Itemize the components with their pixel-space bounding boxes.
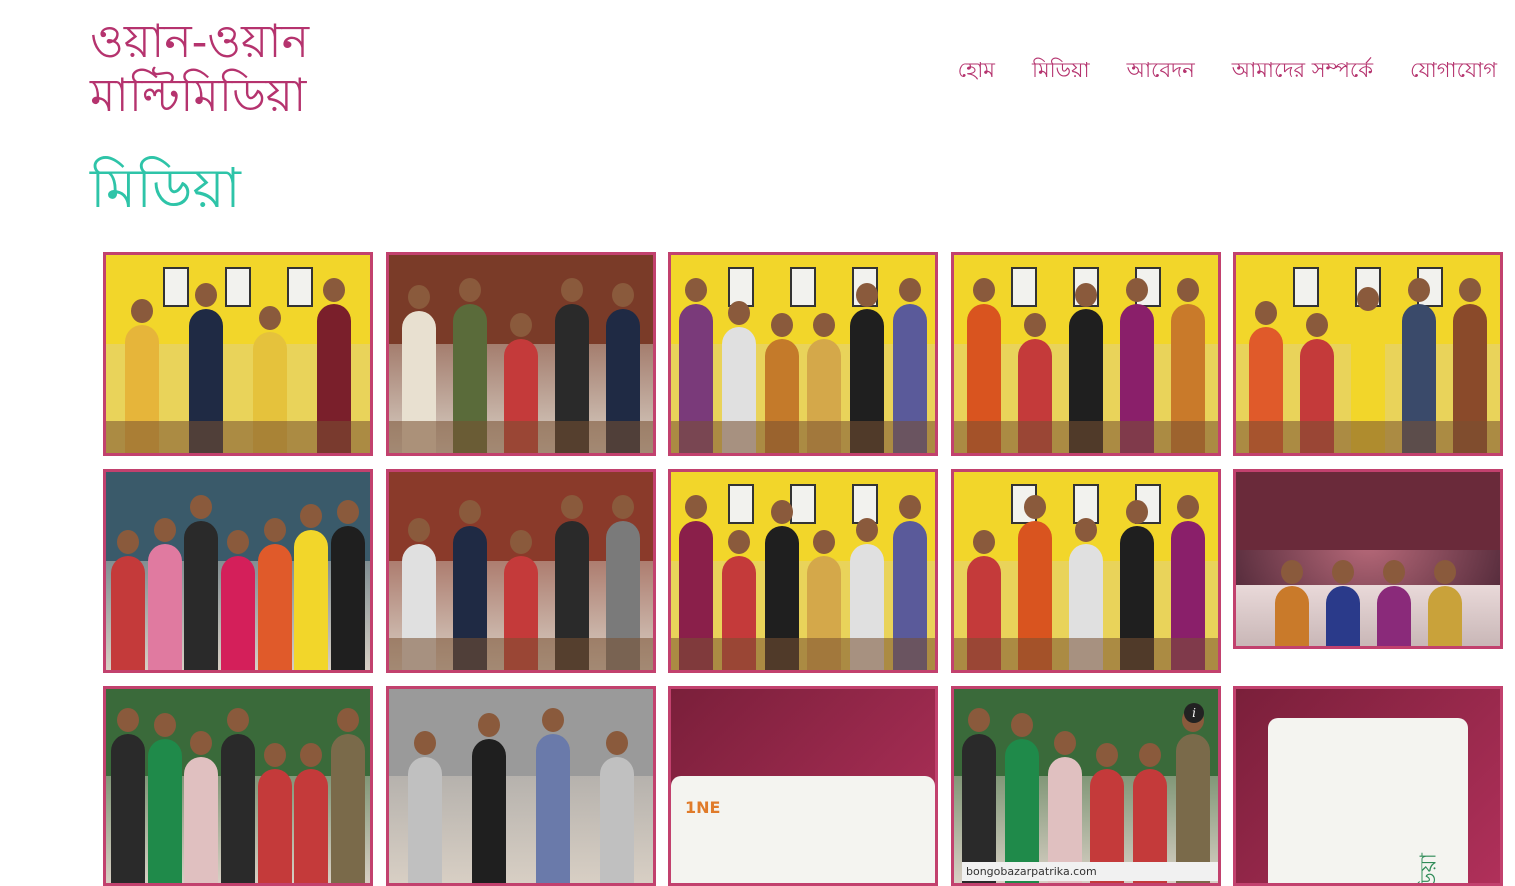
photo-image [389, 472, 653, 670]
business-card: 1NE [671, 776, 935, 883]
nav-media[interactable]: মিডিয়া [1032, 50, 1090, 90]
site-title-line2[interactable]: মাল্টিমিডিয়া [90, 68, 410, 122]
person [257, 518, 292, 670]
person [111, 530, 146, 670]
photo-image [1236, 472, 1500, 646]
gallery-photo[interactable] [386, 252, 656, 456]
people-group [106, 708, 370, 883]
nav-apply[interactable]: আবেদন [1127, 50, 1195, 90]
person [147, 713, 182, 883]
gallery-photo[interactable] [668, 469, 938, 673]
wall-frames [671, 266, 935, 307]
person [1274, 560, 1309, 646]
person [472, 713, 506, 883]
gallery-photo[interactable] [103, 686, 373, 886]
person [257, 743, 292, 883]
person [408, 731, 442, 883]
photo-image [106, 255, 370, 453]
gallery-photo[interactable] [1233, 469, 1503, 649]
photo-image [954, 255, 1218, 453]
photo-image [389, 255, 653, 453]
info-icon[interactable]: i [1184, 703, 1204, 723]
person [147, 518, 182, 670]
person [111, 708, 146, 883]
photo-image [106, 472, 370, 670]
gallery-photo[interactable]: 1NE [668, 686, 938, 886]
site-title-line1[interactable]: ওয়ান-ওয়ান [90, 14, 410, 68]
site-title[interactable]: ওয়ান-ওয়ান মাল্টিমিডিয়া [90, 14, 410, 122]
person [536, 708, 570, 883]
desk [106, 421, 370, 453]
people-group [1236, 560, 1500, 646]
desk [671, 421, 935, 453]
gallery-photo[interactable] [103, 252, 373, 456]
person [184, 495, 219, 670]
desk [954, 638, 1218, 670]
person [220, 530, 255, 670]
photo-image [671, 255, 935, 453]
photo-image [106, 689, 370, 883]
gallery-photo[interactable] [1233, 252, 1503, 456]
desk [389, 638, 653, 670]
wall-frames [671, 483, 935, 524]
gallery-photo[interactable]: মিডিয়া [1233, 686, 1503, 886]
photo-image: 1NE [671, 689, 935, 883]
person [1325, 560, 1360, 646]
photo-image [954, 472, 1218, 670]
person [294, 504, 329, 670]
person [330, 500, 365, 670]
photo-image [671, 472, 935, 670]
gallery-photo[interactable] [386, 686, 656, 886]
nav-contact[interactable]: যোগাযোগ [1410, 50, 1497, 90]
person [962, 708, 997, 883]
nav-home[interactable]: হোম [958, 50, 995, 90]
main-nav: হোম মিডিয়া আবেদন আমাদের সম্পর্কে যোগাযো… [958, 50, 1497, 90]
desk [389, 421, 653, 453]
person [184, 731, 219, 883]
people-group [106, 495, 370, 670]
person [1376, 560, 1411, 646]
photo-background [1236, 472, 1500, 551]
gallery-photo[interactable] [668, 252, 938, 456]
people-group [389, 708, 653, 883]
gallery-photo[interactable] [951, 469, 1221, 673]
nav-about[interactable]: আমাদের সম্পর্কে [1232, 50, 1373, 90]
photo-source-caption: bongobazarpatrika.com [962, 862, 1218, 881]
photo-image [389, 689, 653, 883]
gallery-photo[interactable] [951, 252, 1221, 456]
page-title: মিডিয়া [90, 156, 241, 220]
photo-image: মিডিয়া [1236, 689, 1500, 883]
card-logo: 1NE [685, 798, 721, 818]
gallery-photo[interactable] [103, 469, 373, 673]
person [220, 708, 255, 883]
desk [671, 638, 935, 670]
desk [1236, 421, 1500, 453]
business-card: মিডিয়া [1267, 718, 1469, 886]
card-text: মিডিয়া [1416, 853, 1442, 886]
person [1175, 708, 1210, 883]
gallery-photo[interactable]: i bongobazarpatrika.com [951, 686, 1221, 886]
photo-image: i bongobazarpatrika.com [954, 689, 1218, 883]
person [330, 708, 365, 883]
photo-image [1236, 255, 1500, 453]
gallery-photo[interactable] [386, 469, 656, 673]
desk [954, 421, 1218, 453]
person [1427, 560, 1462, 646]
person [294, 743, 329, 883]
person [600, 731, 634, 883]
